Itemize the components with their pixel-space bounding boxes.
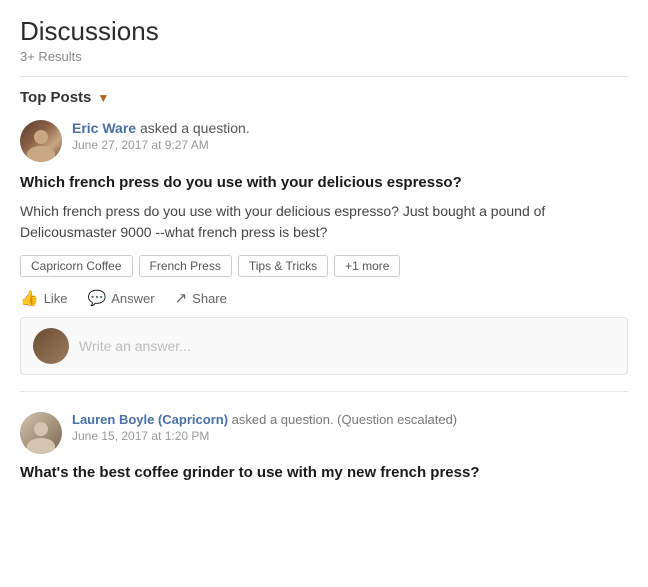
post-header: Eric Ware asked a question. June 27, 201… xyxy=(20,120,628,162)
answer-label: Answer xyxy=(111,291,154,306)
author-name[interactable]: Eric Ware xyxy=(72,120,136,136)
top-posts-label: Top Posts xyxy=(20,89,91,106)
author-action-2: asked a question. (Question escalated) xyxy=(232,412,457,427)
divider xyxy=(20,76,628,77)
post-body: Which french press do you use with your … xyxy=(20,201,628,243)
post-header-2: Lauren Boyle (Capricorn) asked a questio… xyxy=(20,412,628,454)
page-title: Discussions xyxy=(20,16,628,47)
results-count: 3+ Results xyxy=(20,49,628,64)
avatar-image-eric xyxy=(20,120,62,162)
share-button[interactable]: ↗ Share xyxy=(175,289,227,307)
tag-french-press[interactable]: French Press xyxy=(139,255,232,277)
avatar-eric xyxy=(20,120,62,162)
share-label: Share xyxy=(192,291,227,306)
post-title-2: What's the best coffee grinder to use wi… xyxy=(20,462,628,483)
author-name-2[interactable]: Lauren Boyle (Capricorn) xyxy=(72,412,228,427)
avatar-lauren xyxy=(20,412,62,454)
post-date-2: June 15, 2017 at 1:20 PM xyxy=(72,429,457,443)
tag-tips-tricks[interactable]: Tips & Tricks xyxy=(238,255,328,277)
answer-placeholder[interactable]: Write an answer... xyxy=(79,338,615,354)
post-date: June 27, 2017 at 9:27 AM xyxy=(72,138,250,152)
discussions-page: Discussions 3+ Results Top Posts ▼ Eric … xyxy=(0,0,648,507)
post-card-2: Lauren Boyle (Capricorn) asked a questio… xyxy=(20,408,628,483)
author-action: asked a question. xyxy=(140,120,250,136)
share-icon: ↗ xyxy=(175,289,188,307)
post-author-line: Eric Ware asked a question. xyxy=(72,120,250,136)
answer-icon: 💬 xyxy=(88,289,107,307)
post-title: Which french press do you use with your … xyxy=(20,172,628,193)
post-meta-2: Lauren Boyle (Capricorn) asked a questio… xyxy=(72,412,457,443)
answer-button[interactable]: 💬 Answer xyxy=(88,289,155,307)
actions-row: 👍 Like 💬 Answer ↗ Share xyxy=(20,289,628,307)
current-user-avatar xyxy=(33,328,69,364)
post-author-line-2: Lauren Boyle (Capricorn) asked a questio… xyxy=(72,412,457,427)
top-posts-filter[interactable]: Top Posts ▼ xyxy=(20,89,628,106)
post-meta: Eric Ware asked a question. June 27, 201… xyxy=(72,120,250,152)
like-button[interactable]: 👍 Like xyxy=(20,289,68,307)
like-icon: 👍 xyxy=(20,289,39,307)
tag-capricorn-coffee[interactable]: Capricorn Coffee xyxy=(20,255,133,277)
dropdown-arrow-icon: ▼ xyxy=(97,91,109,105)
answer-box[interactable]: Write an answer... xyxy=(20,317,628,375)
like-label: Like xyxy=(44,291,68,306)
tags-row: Capricorn Coffee French Press Tips & Tri… xyxy=(20,255,628,277)
avatar-image-lauren xyxy=(20,412,62,454)
post-card-1: Eric Ware asked a question. June 27, 201… xyxy=(20,120,628,392)
tag-more[interactable]: +1 more xyxy=(334,255,400,277)
